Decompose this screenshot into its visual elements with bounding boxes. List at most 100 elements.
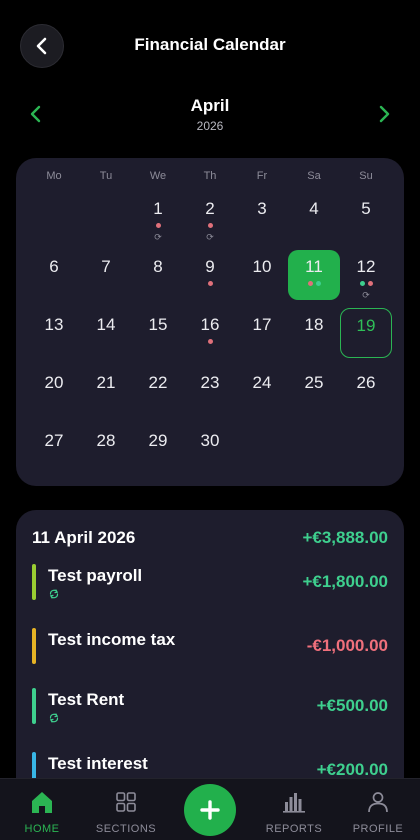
home-icon — [32, 792, 52, 813]
transaction-row[interactable]: Test income tax -€1,000.00 — [32, 628, 388, 668]
calendar-day-17[interactable]: 17 — [236, 308, 288, 358]
event-dot — [207, 281, 213, 286]
calendar-day-20[interactable]: 20 — [28, 366, 80, 416]
day-number: 12 — [356, 257, 376, 276]
event-dot — [359, 281, 365, 286]
day-number: 26 — [356, 373, 376, 392]
calendar-day-21[interactable]: 21 — [80, 366, 132, 416]
event-dots — [288, 281, 340, 286]
calendar-day-12[interactable]: 12 ⟳ — [340, 250, 392, 300]
transaction-row[interactable]: Test payroll +€1,800.00 — [32, 564, 388, 604]
month-navigator: April 2026 — [0, 92, 420, 142]
event-dot — [315, 281, 321, 286]
category-color-bar — [32, 564, 36, 600]
transaction-amount: +€500.00 — [316, 696, 388, 715]
weekday-label: Su — [359, 170, 373, 182]
calendar-day-30[interactable]: 30 — [184, 424, 236, 474]
event-dots — [132, 223, 184, 228]
transaction-amount: -€1,000.00 — [306, 636, 388, 655]
calendar-day-15[interactable]: 15 — [132, 308, 184, 358]
calendar-day-11[interactable]: 11 — [288, 250, 340, 300]
day-number: 17 — [252, 315, 272, 334]
day-number: 8 — [153, 257, 163, 276]
weekday-label: Tu — [99, 170, 113, 182]
weekday-label: Sa — [307, 170, 321, 182]
event-dots — [184, 223, 236, 228]
recurring-icon: ⟳ — [206, 232, 214, 242]
selected-date-label: 11 April 2026 — [32, 528, 136, 547]
nav-item-profile[interactable]: PROFILE — [336, 779, 420, 840]
event-dot — [207, 339, 213, 344]
recurring-icon — [49, 713, 59, 723]
chevron-right-icon — [379, 105, 390, 123]
day-number: 4 — [309, 199, 319, 218]
calendar-day-23[interactable]: 23 — [184, 366, 236, 416]
weekday-label: We — [149, 170, 167, 182]
calendar-day-1[interactable]: 1 ⟳ — [132, 192, 184, 242]
day-number: 23 — [200, 373, 220, 392]
calendar-day-8[interactable]: 8 — [132, 250, 184, 300]
nav-label-home: HOME — [24, 823, 60, 835]
transaction-name: Test income tax — [48, 630, 176, 649]
event-dots — [184, 281, 236, 286]
day-total-amount: +€3,888.00 — [302, 528, 388, 547]
transaction-row[interactable]: Test Rent +€500.00 — [32, 688, 388, 728]
calendar-day-25[interactable]: 25 — [288, 366, 340, 416]
event-dot — [207, 223, 213, 228]
calendar-day-2[interactable]: 2 ⟳ — [184, 192, 236, 242]
calendar-day-19[interactable]: 19 — [340, 308, 392, 358]
nav-item-sections[interactable]: SECTIONS — [84, 779, 168, 840]
calendar-day-9[interactable]: 9 — [184, 250, 236, 300]
calendar-day-26[interactable]: 26 — [340, 366, 392, 416]
grid-icon — [116, 792, 136, 812]
calendar-day-14[interactable]: 14 — [80, 308, 132, 358]
nav-item-reports[interactable]: REPORTS — [252, 779, 336, 840]
weekday-label: Fr — [256, 170, 268, 182]
event-dots — [340, 281, 392, 286]
bar-chart-icon — [283, 793, 305, 813]
day-number: 29 — [148, 431, 168, 450]
calendar-day-6[interactable]: 6 — [28, 250, 80, 300]
calendar-day-4[interactable]: 4 — [288, 192, 340, 242]
day-number: 2 — [205, 199, 215, 218]
calendar-day-7[interactable]: 7 — [80, 250, 132, 300]
header: Financial Calendar — [0, 18, 420, 74]
calendar-day-29[interactable]: 29 — [132, 424, 184, 474]
recurring-icon: ⟳ — [362, 290, 370, 300]
day-number: 27 — [44, 431, 64, 450]
event-dot — [307, 281, 313, 286]
nav-item-home[interactable]: HOME — [0, 779, 84, 840]
calendar-day-10[interactable]: 10 — [236, 250, 288, 300]
transaction-amount: +€200.00 — [316, 760, 388, 779]
calendar-day-22[interactable]: 22 — [132, 366, 184, 416]
event-dot — [155, 223, 161, 228]
day-number: 3 — [257, 199, 267, 218]
weekday-label: Mo — [46, 170, 62, 182]
calendar-day-13[interactable]: 13 — [28, 308, 80, 358]
calendar-day-5[interactable]: 5 — [340, 192, 392, 242]
calendar-day-16[interactable]: 16 — [184, 308, 236, 358]
day-number: 16 — [200, 315, 220, 334]
plus-icon — [200, 800, 220, 820]
add-transaction-button[interactable] — [184, 784, 236, 836]
day-number: 7 — [101, 257, 111, 276]
calendar-grid: Mo Tu We Th Fr Sa Su 1 ⟳ 2 ⟳ 3 4 5 6 7 8 9 10 11 12 ⟳ 13 14 15 16… — [16, 158, 404, 486]
day-number: 22 — [148, 373, 168, 392]
day-number: 21 — [96, 373, 116, 392]
calendar-day-3[interactable]: 3 — [236, 192, 288, 242]
day-number: 30 — [200, 431, 220, 450]
calendar-day-24[interactable]: 24 — [236, 366, 288, 416]
next-month-button[interactable] — [372, 102, 396, 126]
calendar-day-28[interactable]: 28 — [80, 424, 132, 474]
calendar-day-27[interactable]: 27 — [28, 424, 80, 474]
month-label: April — [190, 96, 230, 115]
transaction-name: Test payroll — [48, 566, 143, 585]
day-number: 28 — [96, 431, 116, 450]
day-number: 18 — [304, 315, 324, 334]
weekday-label: Th — [203, 170, 217, 182]
calendar-day-18[interactable]: 18 — [288, 308, 340, 358]
day-number: 1 — [153, 199, 163, 218]
day-number: 24 — [252, 373, 272, 392]
transaction-amount: +€1,800.00 — [302, 572, 388, 591]
day-number: 19 — [356, 316, 376, 335]
